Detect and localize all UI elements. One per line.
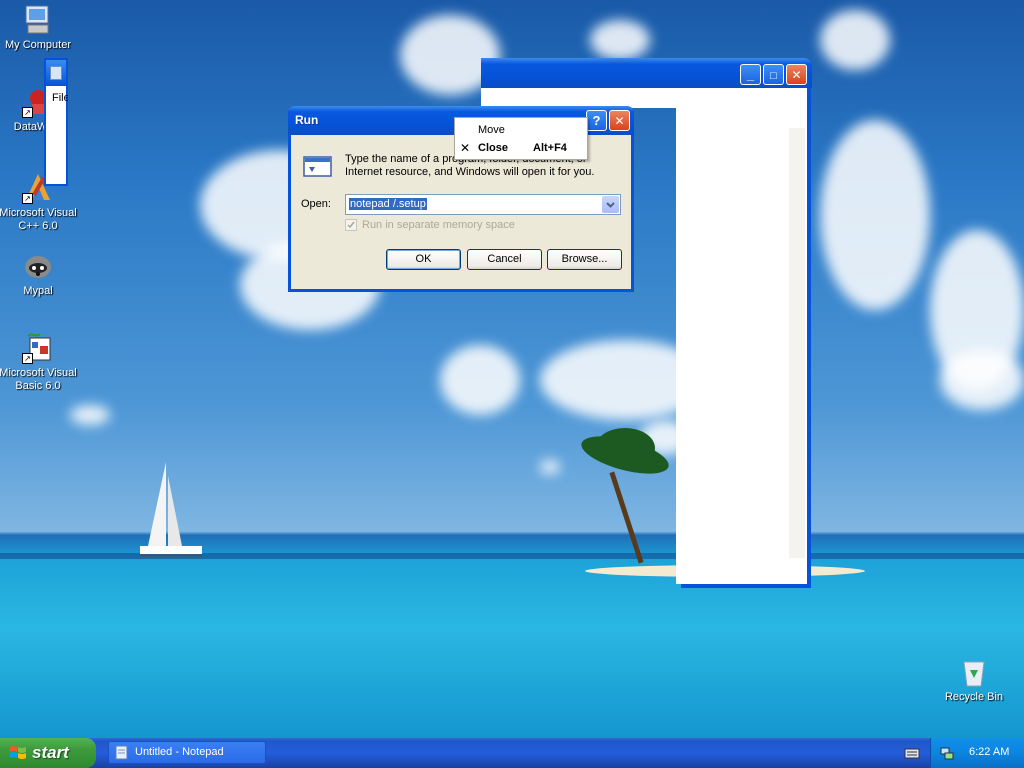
open-label: Open: xyxy=(301,198,331,210)
notepad-app-icon xyxy=(50,66,62,80)
close-button[interactable]: ✕ xyxy=(609,110,630,131)
taskbar: start Untitled - Notepad 6:22 AM xyxy=(0,738,1024,768)
window-frame-bottom xyxy=(681,584,811,588)
desktop-icon-visual-cpp[interactable]: ↗ Microsoft Visual C++ 6.0 xyxy=(0,172,80,233)
run-dialog-title: Run xyxy=(295,113,319,127)
separate-memory-checkbox[interactable] xyxy=(345,219,357,231)
desktop-icon-datawarehouse[interactable]: ↗ DataWa... xyxy=(0,86,80,134)
system-menu[interactable]: Move ✕ Close Alt+F4 xyxy=(454,117,588,160)
close-button[interactable]: ✕ xyxy=(786,64,807,85)
keyboard-icon[interactable] xyxy=(904,747,920,759)
desktop-icon-label: Microsoft Visual C++ 6.0 xyxy=(0,207,77,232)
minimize-button[interactable]: _ xyxy=(740,64,761,85)
notepad-client-area xyxy=(481,88,807,108)
maximize-button[interactable]: □ xyxy=(763,64,784,85)
browse-button[interactable]: Browse... xyxy=(547,249,622,270)
help-button[interactable]: ? xyxy=(586,110,607,131)
menu-item-move[interactable]: Move xyxy=(455,121,587,139)
shortcut-arrow-icon: ↗ xyxy=(22,107,33,118)
desktop-icon-recycle-bin[interactable]: Recycle Bin xyxy=(932,656,1016,704)
recycle-bin-icon xyxy=(958,656,990,688)
open-combobox[interactable]: notepad /.setup xyxy=(345,194,621,215)
chevron-down-icon xyxy=(606,202,615,208)
taskbar-button-notepad[interactable]: Untitled - Notepad xyxy=(108,741,266,764)
start-label: start xyxy=(32,743,69,762)
shortcut-arrow-icon: ↗ xyxy=(22,353,33,364)
desktop-icon-mypal[interactable]: Mypal xyxy=(0,250,80,298)
desktop-icon-label: Mypal xyxy=(23,285,53,297)
windows-logo-icon xyxy=(10,746,26,759)
run-description-line2: Internet resource, and Windows will open… xyxy=(345,166,595,178)
run-icon xyxy=(303,154,333,181)
menu-item-label: Close xyxy=(478,142,508,154)
sailboat xyxy=(140,462,202,557)
clock[interactable]: 6:22 AM xyxy=(969,746,1009,758)
redraw-artifact xyxy=(696,438,736,584)
open-input-value[interactable]: notepad /.setup xyxy=(349,198,427,210)
start-button[interactable]: start xyxy=(0,738,96,768)
menu-item-shortcut: Alt+F4 xyxy=(533,142,567,154)
ok-button[interactable]: OK xyxy=(386,249,461,270)
system-tray: 6:22 AM xyxy=(930,738,1024,768)
menu-file-fragment[interactable]: File xyxy=(52,92,68,104)
sliver-window[interactable]: File xyxy=(44,58,68,186)
menu-item-close[interactable]: ✕ Close Alt+F4 xyxy=(455,139,587,157)
visual-basic-icon: ↗ xyxy=(22,332,54,364)
checkmark-icon xyxy=(347,221,355,229)
desktop-icon-label: Microsoft Visual Basic 6.0 xyxy=(0,367,77,392)
shortcut-arrow-icon: ↗ xyxy=(22,193,33,204)
separate-memory-label: Run in separate memory space xyxy=(362,219,515,231)
cancel-button[interactable]: Cancel xyxy=(467,249,542,270)
window-frame xyxy=(807,88,811,588)
dropdown-button[interactable] xyxy=(602,196,619,213)
menu-item-label: Move xyxy=(478,124,505,136)
desktop-icon-visual-basic[interactable]: ↗ Microsoft Visual Basic 6.0 xyxy=(0,332,80,393)
scrollbar-track[interactable] xyxy=(789,128,805,558)
desktop-icon-label: My Computer xyxy=(4,39,72,51)
network-icon[interactable] xyxy=(939,745,955,761)
desktop-icon-label: Recycle Bin xyxy=(944,691,1004,703)
close-icon: ✕ xyxy=(460,141,471,155)
taskbar-button-label: Untitled - Notepad xyxy=(135,746,224,758)
my-computer-icon xyxy=(22,4,54,36)
notepad-icon xyxy=(115,745,128,760)
mypal-icon xyxy=(22,250,54,282)
desktop-icon-my-computer[interactable]: My Computer xyxy=(0,4,80,52)
desktop-background: My Computer ↗ DataWa... ↗ Microsoft Visu… xyxy=(0,0,1024,738)
